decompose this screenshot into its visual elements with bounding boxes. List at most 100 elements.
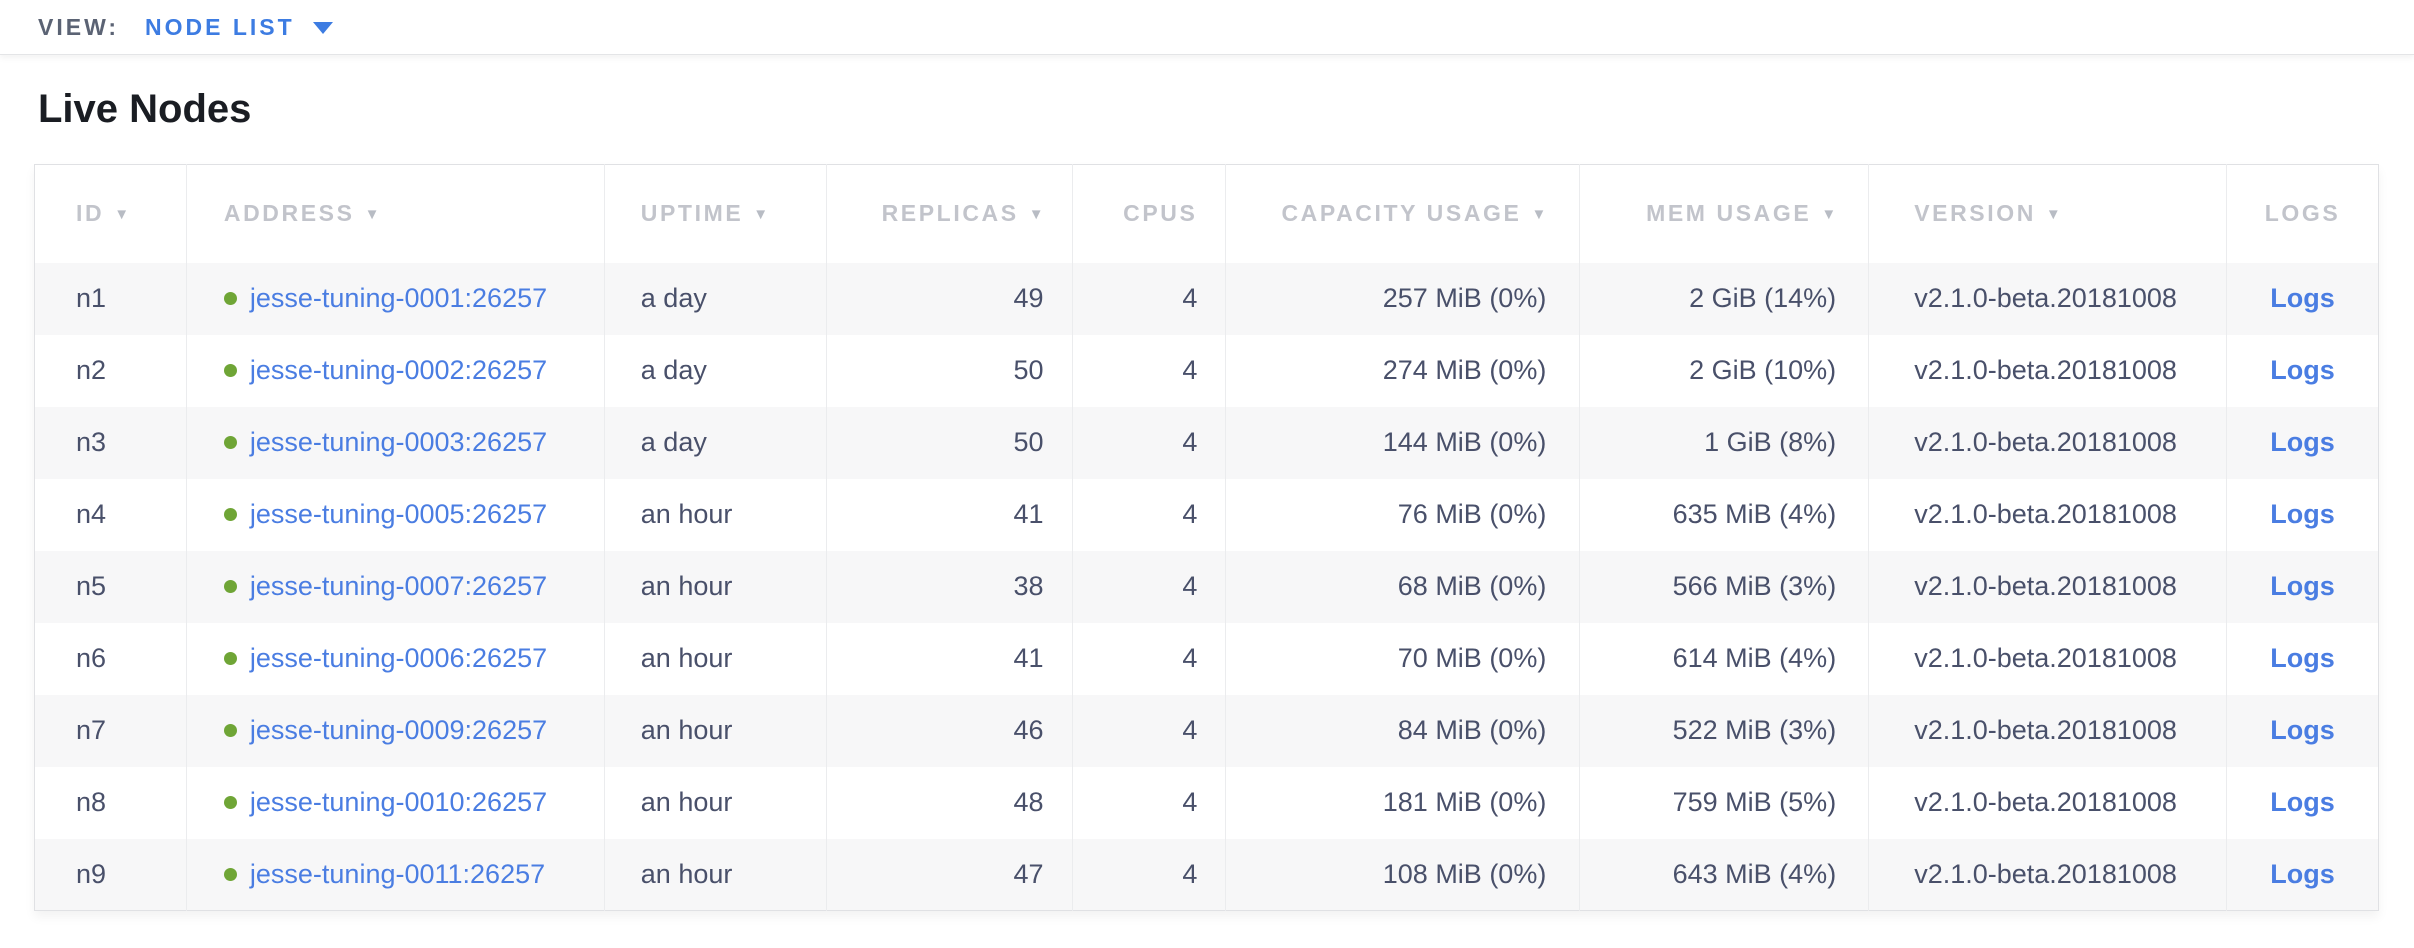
capacity-usage-cell: 181 MiB (0%) bbox=[1226, 767, 1580, 839]
capacity-usage-cell: 144 MiB (0%) bbox=[1226, 407, 1580, 479]
cpus-cell: 4 bbox=[1072, 623, 1226, 695]
node-id-cell: n7 bbox=[35, 695, 187, 767]
replicas-cell: 48 bbox=[826, 767, 1072, 839]
logs-link[interactable]: Logs bbox=[2270, 499, 2335, 529]
node-address-link[interactable]: jesse-tuning-0006:26257 bbox=[250, 643, 547, 674]
sort-desc-icon: ▼ bbox=[114, 206, 129, 223]
node-address-cell: jesse-tuning-0011:26257 bbox=[186, 839, 604, 911]
column-header-version[interactable]: VERSION ▼ bbox=[1869, 165, 2227, 263]
node-live-status-dot bbox=[224, 796, 237, 809]
logs-link[interactable]: Logs bbox=[2270, 715, 2335, 745]
node-address-link[interactable]: jesse-tuning-0003:26257 bbox=[250, 427, 547, 458]
node-id-cell: n4 bbox=[35, 479, 187, 551]
view-mode-dropdown[interactable]: NODE LIST bbox=[145, 14, 333, 41]
capacity-usage-cell: 108 MiB (0%) bbox=[1226, 839, 1580, 911]
column-header-address[interactable]: ADDRESS▼ bbox=[186, 165, 604, 263]
logs-cell: Logs bbox=[2227, 839, 2379, 911]
replicas-cell: 41 bbox=[826, 623, 1072, 695]
uptime-cell: a day bbox=[604, 335, 826, 407]
node-address-cell: jesse-tuning-0006:26257 bbox=[186, 623, 604, 695]
chevron-down-icon bbox=[313, 22, 333, 34]
node-address-link[interactable]: jesse-tuning-0010:26257 bbox=[250, 787, 547, 818]
logs-link[interactable]: Logs bbox=[2270, 787, 2335, 817]
logs-link[interactable]: Logs bbox=[2270, 355, 2335, 385]
capacity-usage-cell: 274 MiB (0%) bbox=[1226, 335, 1580, 407]
column-header-label: CPUS bbox=[1123, 200, 1197, 226]
live-nodes-table-container: ID▼ADDRESS▼UPTIME▼REPLICAS▼CPUSCAPACITY … bbox=[34, 164, 2379, 911]
cpus-cell: 4 bbox=[1072, 695, 1226, 767]
logs-cell: Logs bbox=[2227, 407, 2379, 479]
view-bar: VIEW: NODE LIST bbox=[0, 0, 2414, 55]
node-address-cell: jesse-tuning-0002:26257 bbox=[186, 335, 604, 407]
logs-cell: Logs bbox=[2227, 767, 2379, 839]
node-address-link[interactable]: jesse-tuning-0009:26257 bbox=[250, 715, 547, 746]
uptime-cell: an hour bbox=[604, 767, 826, 839]
uptime-cell: an hour bbox=[604, 839, 826, 911]
column-header-replicas[interactable]: REPLICAS▼ bbox=[826, 165, 1072, 263]
logs-link[interactable]: Logs bbox=[2270, 283, 2335, 313]
logs-link[interactable]: Logs bbox=[2270, 643, 2335, 673]
column-header-cpus: CPUS bbox=[1072, 165, 1226, 263]
sort-desc-icon: ▼ bbox=[2046, 206, 2061, 223]
node-id-cell: n5 bbox=[35, 551, 187, 623]
mem-usage-cell: 1 GiB (8%) bbox=[1580, 407, 1869, 479]
node-address-link[interactable]: jesse-tuning-0001:26257 bbox=[250, 283, 547, 314]
version-cell: v2.1.0-beta.20181008 bbox=[1869, 767, 2227, 839]
replicas-cell: 38 bbox=[826, 551, 1072, 623]
sort-desc-icon: ▼ bbox=[1029, 206, 1044, 223]
logs-cell: Logs bbox=[2227, 695, 2379, 767]
table-row: n1jesse-tuning-0001:26257a day494257 MiB… bbox=[35, 263, 2379, 335]
node-address-cell: jesse-tuning-0005:26257 bbox=[186, 479, 604, 551]
column-header-label: VERSION bbox=[1914, 200, 2036, 226]
mem-usage-cell: 2 GiB (14%) bbox=[1580, 263, 1869, 335]
node-address-link[interactable]: jesse-tuning-0007:26257 bbox=[250, 571, 547, 602]
cpus-cell: 4 bbox=[1072, 263, 1226, 335]
uptime-cell: an hour bbox=[604, 623, 826, 695]
page-title: Live Nodes bbox=[38, 85, 2414, 133]
table-row: n2jesse-tuning-0002:26257a day504274 MiB… bbox=[35, 335, 2379, 407]
logs-cell: Logs bbox=[2227, 623, 2379, 695]
replicas-cell: 41 bbox=[826, 479, 1072, 551]
node-live-status-dot bbox=[224, 724, 237, 737]
uptime-cell: an hour bbox=[604, 479, 826, 551]
column-header-capacity[interactable]: CAPACITY USAGE ▼ bbox=[1226, 165, 1580, 263]
sort-desc-icon: ▼ bbox=[1821, 206, 1836, 223]
logs-cell: Logs bbox=[2227, 479, 2379, 551]
logs-link[interactable]: Logs bbox=[2270, 859, 2335, 889]
logs-cell: Logs bbox=[2227, 263, 2379, 335]
mem-usage-cell: 566 MiB (3%) bbox=[1580, 551, 1869, 623]
mem-usage-cell: 522 MiB (3%) bbox=[1580, 695, 1869, 767]
capacity-usage-cell: 257 MiB (0%) bbox=[1226, 263, 1580, 335]
column-header-label: UPTIME bbox=[641, 200, 744, 226]
column-header-mem[interactable]: MEM USAGE▼ bbox=[1580, 165, 1869, 263]
node-id-cell: n2 bbox=[35, 335, 187, 407]
sort-desc-icon: ▼ bbox=[365, 206, 380, 223]
column-header-uptime[interactable]: UPTIME ▼ bbox=[604, 165, 826, 263]
column-header-label: LOGS bbox=[2265, 200, 2341, 226]
version-cell: v2.1.0-beta.20181008 bbox=[1869, 263, 2227, 335]
cpus-cell: 4 bbox=[1072, 551, 1226, 623]
view-label: VIEW: bbox=[38, 14, 119, 41]
table-row: n6jesse-tuning-0006:26257an hour41470 Mi… bbox=[35, 623, 2379, 695]
node-id-cell: n9 bbox=[35, 839, 187, 911]
table-row: n5jesse-tuning-0007:26257an hour38468 Mi… bbox=[35, 551, 2379, 623]
logs-link[interactable]: Logs bbox=[2270, 571, 2335, 601]
logs-link[interactable]: Logs bbox=[2270, 427, 2335, 457]
node-address-link[interactable]: jesse-tuning-0002:26257 bbox=[250, 355, 547, 386]
capacity-usage-cell: 68 MiB (0%) bbox=[1226, 551, 1580, 623]
node-address-cell: jesse-tuning-0001:26257 bbox=[186, 263, 604, 335]
table-row: n7jesse-tuning-0009:26257an hour46484 Mi… bbox=[35, 695, 2379, 767]
node-address-link[interactable]: jesse-tuning-0005:26257 bbox=[250, 499, 547, 530]
node-address-link[interactable]: jesse-tuning-0011:26257 bbox=[250, 859, 545, 890]
mem-usage-cell: 2 GiB (10%) bbox=[1580, 335, 1869, 407]
sort-desc-icon: ▼ bbox=[753, 206, 768, 223]
column-header-label: CAPACITY USAGE bbox=[1281, 200, 1521, 226]
cpus-cell: 4 bbox=[1072, 407, 1226, 479]
node-address-cell: jesse-tuning-0010:26257 bbox=[186, 767, 604, 839]
replicas-cell: 47 bbox=[826, 839, 1072, 911]
node-id-cell: n1 bbox=[35, 263, 187, 335]
replicas-cell: 50 bbox=[826, 407, 1072, 479]
column-header-id[interactable]: ID▼ bbox=[35, 165, 187, 263]
table-row: n4jesse-tuning-0005:26257an hour41476 Mi… bbox=[35, 479, 2379, 551]
sort-desc-icon: ▼ bbox=[1531, 206, 1546, 223]
